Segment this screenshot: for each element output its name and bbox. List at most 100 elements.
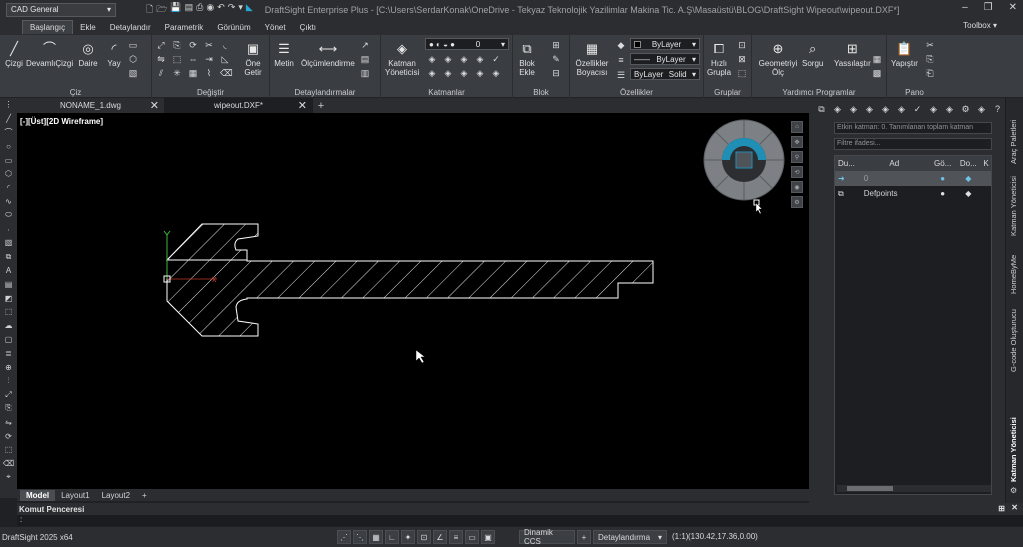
redo-icon[interactable]: ↷ xyxy=(228,2,236,18)
mirror-icon[interactable]: ⇋ xyxy=(156,54,166,64)
dynamic-ccs-toggle[interactable]: Dinamik CCS xyxy=(519,528,575,546)
polygon-icon[interactable]: ⬡ xyxy=(128,54,138,64)
annotation-scale[interactable]: (1:1) xyxy=(672,532,688,541)
tool-block-icon[interactable]: ⧉ xyxy=(0,250,17,264)
palette-settings-icon[interactable]: ⚙ xyxy=(1010,486,1017,495)
flatten-button[interactable]: ⊞ Yassılaştır xyxy=(834,39,871,69)
scrollbar-thumb[interactable] xyxy=(847,486,893,491)
home-view-icon[interactable]: ⌂ xyxy=(791,121,803,133)
layer-walk-icon[interactable]: ◈ xyxy=(975,103,988,115)
layout-tab-layout2[interactable]: Layout2 xyxy=(96,490,136,501)
table-icon[interactable]: ▤ xyxy=(360,54,370,64)
tool-erase-icon[interactable]: ⌫ xyxy=(0,457,17,471)
layer-on-icon[interactable]: ◈ xyxy=(459,68,469,78)
copy-clip-icon[interactable]: ⎘ xyxy=(925,54,935,64)
save-as-icon[interactable]: ▤ xyxy=(185,2,194,18)
globe-icon[interactable]: ◉ xyxy=(206,2,214,18)
layer-match-icon[interactable]: ✓ xyxy=(491,54,501,64)
close-icon[interactable]: ✕ xyxy=(298,99,307,112)
measure-button[interactable]: ⊕ Geometriyi Ölç xyxy=(758,39,798,78)
lineweight-dropdown[interactable]: ByLayer Solid ▾ xyxy=(630,68,700,80)
pan-icon[interactable]: ✥ xyxy=(791,136,803,148)
tool-polyline-icon[interactable]: ⌒ xyxy=(0,126,17,140)
layer-unlock-icon[interactable]: ◈ xyxy=(443,68,453,78)
grid-snap-icon[interactable]: ⋱ xyxy=(353,530,367,544)
tab-detaylandir[interactable]: Detaylandır xyxy=(103,20,158,34)
rotate-icon[interactable]: ⟳ xyxy=(188,40,198,50)
lineweight-toggle-icon[interactable]: ≡ xyxy=(449,530,463,544)
polyline-button[interactable]: ⌒ DevamlıÇizgi xyxy=(26,39,73,69)
drawing-canvas[interactable]: [-][Üst][2D Wireframe] x ⌂ ✥ ⚲ ⟲ ◉ ⚙ xyxy=(17,113,809,489)
palette-tab-gcode[interactable]: G-code Oluşturucu xyxy=(1009,306,1018,372)
save-icon[interactable]: 💾 xyxy=(170,2,181,18)
block-create-icon[interactable]: ⊞ xyxy=(551,40,561,50)
dimension-button[interactable]: ⟷ Ölçümlendirme xyxy=(301,39,355,69)
print-icon[interactable]: ⎙ xyxy=(196,2,203,18)
table-row[interactable]: ➜ 0 ● ◆ xyxy=(835,171,991,186)
pin-icon[interactable]: ⊞ xyxy=(998,504,1005,513)
layer-state-icon[interactable]: ◈ xyxy=(927,103,940,115)
zoom-icon[interactable]: ⚲ xyxy=(791,151,803,163)
tool-divide-icon[interactable]: ⫶ xyxy=(0,374,17,388)
tool-copy-icon[interactable]: ⎘ xyxy=(0,402,17,416)
layer-thaw-icon[interactable]: ◈ xyxy=(475,68,485,78)
quick-group-button[interactable]: ⧠ Hızlı Grupla xyxy=(707,39,731,78)
horizontal-scrollbar[interactable] xyxy=(837,485,991,492)
add-layout-icon[interactable]: + xyxy=(136,490,153,501)
quick-input-icon[interactable]: ▭ xyxy=(465,530,479,544)
tab-baslangic[interactable]: Başlangıç xyxy=(22,20,74,34)
minimize-icon[interactable]: – xyxy=(962,2,968,13)
group-edit-icon[interactable]: ⊡ xyxy=(737,40,747,50)
leader-icon[interactable]: ↗ xyxy=(360,40,370,50)
layer-iso-icon[interactable]: ◈ xyxy=(443,54,453,64)
close-icon[interactable]: ✕ xyxy=(1011,503,1018,512)
group-select-icon[interactable]: ⬚ xyxy=(737,68,747,78)
col-visible[interactable]: Gö... xyxy=(930,159,956,168)
viewcube-wheel[interactable] xyxy=(703,119,785,201)
col-freeze[interactable]: Do... xyxy=(955,159,981,168)
layer-lock-icon[interactable]: ◈ xyxy=(427,68,437,78)
look-icon[interactable]: ◉ xyxy=(791,181,803,193)
orbit-icon[interactable]: ⟲ xyxy=(791,166,803,178)
chamfer-icon[interactable]: ◺ xyxy=(220,54,230,64)
insert-block-button[interactable]: ⧉ Blok Ekle xyxy=(517,39,537,78)
layout-tab-layout1[interactable]: Layout1 xyxy=(55,490,95,501)
toolbox-menu[interactable]: Toolbox ▾ xyxy=(963,21,997,30)
snap-icon[interactable]: ⋰ xyxy=(337,530,351,544)
layer-prev-icon[interactable]: ◈ xyxy=(427,54,437,64)
layer-filter-input[interactable]: Filtre ifadesi... xyxy=(834,138,992,150)
help-icon[interactable]: ? xyxy=(991,103,1004,115)
arc-button[interactable]: ◜ Yay xyxy=(104,39,124,69)
tool-scale-icon[interactable]: ⬚ xyxy=(0,443,17,457)
array-icon[interactable]: ▦ xyxy=(188,68,198,78)
tool-wipeout-icon[interactable]: ▢ xyxy=(0,333,17,347)
undo-icon[interactable]: ↶ xyxy=(217,2,225,18)
qat-dropdown-icon[interactable]: ▾ xyxy=(238,2,243,18)
new-layer-icon[interactable]: ⧉ xyxy=(815,103,828,115)
close-icon[interactable]: ✕ xyxy=(1009,2,1017,13)
match-properties-button[interactable]: ▦ Özellikler Boyacısı xyxy=(574,39,610,78)
tool-point-icon[interactable]: ∙ xyxy=(0,222,17,236)
layer-dropdown[interactable]: ● ◐ ◒ ● 0 ▾ xyxy=(425,38,509,50)
grid-icon[interactable]: ▦ xyxy=(369,530,383,544)
inquiry-button[interactable]: ⌕ Sorgu xyxy=(802,39,823,69)
add-icon[interactable]: + xyxy=(577,530,591,544)
layer-delete-icon[interactable]: ◈ xyxy=(491,68,501,78)
workspace-selector[interactable]: CAD General ▾ xyxy=(6,2,116,17)
layer-manager-button[interactable]: ◈ Katman Yöneticisi xyxy=(385,39,419,78)
col-name[interactable]: Ad xyxy=(859,159,930,168)
block-attr-icon[interactable]: ⊟ xyxy=(551,68,561,78)
settings-icon[interactable]: ⚙ xyxy=(791,196,803,208)
copy-icon[interactable]: ⎘ xyxy=(172,40,182,50)
polar-icon[interactable]: ✦ xyxy=(401,530,415,544)
fillet-icon[interactable]: ◟ xyxy=(220,40,230,50)
explode-icon[interactable]: ✳ xyxy=(172,68,182,78)
tool-move-icon[interactable]: ⤢ xyxy=(0,388,17,402)
layer-filter-icon[interactable]: ◈ xyxy=(895,103,908,115)
erase-icon[interactable]: ⌫ xyxy=(220,68,233,78)
col-lock[interactable]: K xyxy=(981,159,991,168)
layout-tab-model[interactable]: Model xyxy=(20,489,56,501)
layer-freeze-icon[interactable]: ◈ xyxy=(459,54,469,64)
tab-gorunum[interactable]: Görünüm xyxy=(210,20,257,34)
id-point-icon[interactable]: ▩ xyxy=(872,68,882,78)
